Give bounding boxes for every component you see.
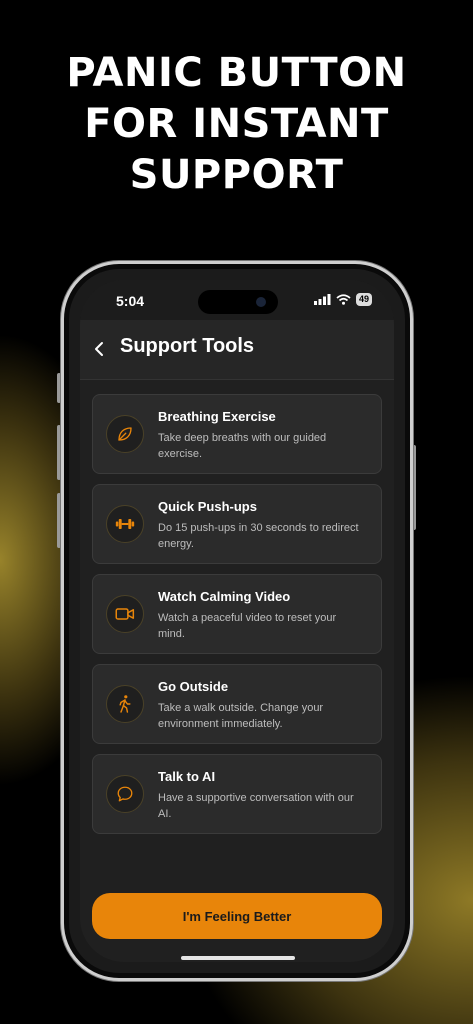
tool-description: Take deep breaths with our guided exerci… [158, 432, 327, 460]
tool-card-quick-push-ups[interactable]: Quick Push-ups Do 15 push-ups in 30 seco… [92, 484, 382, 564]
walking-icon [119, 695, 131, 713]
headline-line-3: SUPPORT [129, 152, 344, 198]
dumbbell-icon [115, 519, 135, 529]
tool-card-go-outside[interactable]: Go Outside Take a walk outside. Change y… [92, 664, 382, 744]
tool-title: Talk to AI [158, 769, 216, 784]
tool-title: Watch Calming Video [158, 589, 291, 604]
dynamic-island [198, 290, 278, 314]
status-bar: 5:04 49 [80, 280, 394, 320]
tool-card-breathing-exercise[interactable]: Breathing Exercise Take deep breaths wit… [92, 394, 382, 474]
headline-line-1: PANIC BUTTON [66, 50, 407, 96]
wifi-icon [336, 294, 351, 305]
back-button[interactable] [94, 337, 112, 361]
phone-screen: 5:04 49 Support Tools Breathing Exercise… [80, 280, 394, 962]
status-icons: 49 [313, 293, 372, 306]
promo-headline: PANIC BUTTON FOR INSTANT SUPPORT [0, 48, 473, 201]
tool-card-watch-calming-video[interactable]: Watch Calming Video Watch a peaceful vid… [92, 574, 382, 654]
tool-icon-container [106, 775, 144, 813]
leaf-icon [118, 427, 132, 441]
tool-title: Quick Push-ups [158, 499, 257, 514]
page-title: Support Tools [120, 335, 255, 357]
tool-description: Do 15 push-ups in 30 seconds to redirect… [158, 522, 359, 550]
headline-line-2: FOR INSTANT [84, 101, 389, 147]
tool-card-talk-to-ai[interactable]: Talk to AI Have a supportive conversatio… [92, 754, 382, 834]
battery-icon: 49 [355, 293, 372, 306]
tool-title: Go Outside [158, 679, 229, 694]
camera-icon [256, 297, 266, 307]
tool-icon-container [106, 415, 144, 453]
tool-icon-container [106, 595, 144, 633]
tool-title: Breathing Exercise [158, 409, 276, 424]
video-icon [115, 608, 135, 620]
tool-description: Have a supportive conversation with our … [158, 792, 354, 820]
cellular-signal-icon [313, 294, 331, 305]
tool-description: Take a walk outside. Change your environ… [158, 702, 324, 730]
feeling-better-button[interactable]: I'm Feeling Better [92, 893, 382, 939]
home-indicator[interactable] [181, 956, 295, 960]
chat-bubble-icon [117, 786, 133, 802]
chevron-left-icon [95, 342, 103, 356]
tool-icon-container [106, 685, 144, 723]
status-time: 5:04 [116, 293, 145, 309]
app-header: Support Tools [80, 320, 394, 380]
phone-frame: 5:04 49 Support Tools Breathing Exercise… [61, 261, 413, 981]
tool-description: Watch a peaceful video to reset your min… [158, 612, 337, 640]
tool-icon-container [106, 505, 144, 543]
